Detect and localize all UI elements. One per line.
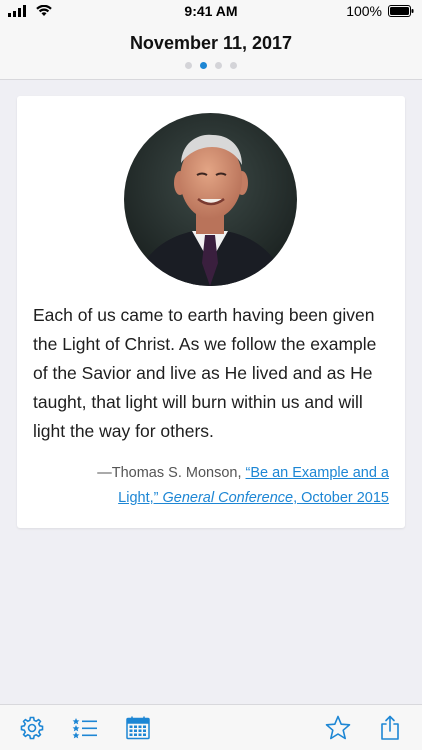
page-dot-1[interactable] — [185, 62, 192, 69]
date-title: November 11, 2017 — [129, 33, 293, 53]
gear-icon — [20, 716, 44, 740]
page-dot-3[interactable] — [215, 62, 222, 69]
source-publication: General Conference — [162, 490, 294, 506]
favorite-button[interactable] — [324, 714, 352, 742]
tab-bar — [0, 704, 422, 750]
share-icon — [381, 715, 399, 740]
battery-icon — [388, 5, 414, 17]
screen: 9:41 AM 100% November 11, 2017 Each of u… — [0, 0, 422, 750]
portrait-image — [124, 113, 297, 286]
share-button[interactable] — [376, 714, 404, 742]
author-name: —Thomas S. Monson, — [97, 465, 242, 481]
quote-card: Each of us came to earth having been giv… — [17, 96, 405, 528]
page-indicator[interactable] — [0, 62, 422, 69]
source-date: , October 2015 — [293, 490, 389, 506]
list-icon — [72, 718, 97, 739]
calendar-icon — [126, 716, 150, 740]
battery-percent: 100% — [346, 3, 382, 19]
star-icon — [325, 715, 351, 740]
author-portrait — [124, 113, 297, 286]
wifi-icon — [36, 5, 52, 16]
status-right: 100% — [346, 3, 414, 19]
settings-button[interactable] — [18, 714, 46, 742]
page-dot-2-active[interactable] — [200, 62, 207, 69]
status-left — [8, 5, 52, 17]
calendar-button[interactable] — [124, 714, 152, 742]
page-dot-4[interactable] — [230, 62, 237, 69]
list-button[interactable] — [71, 714, 99, 742]
navigation-header: November 11, 2017 — [0, 22, 422, 80]
quote-attribution: —Thomas S. Monson, “Be an Example and a … — [69, 461, 389, 511]
signal-icon — [8, 5, 26, 17]
quote-text: Each of us came to earth having been giv… — [33, 305, 377, 441]
status-bar: 9:41 AM 100% — [0, 0, 422, 22]
